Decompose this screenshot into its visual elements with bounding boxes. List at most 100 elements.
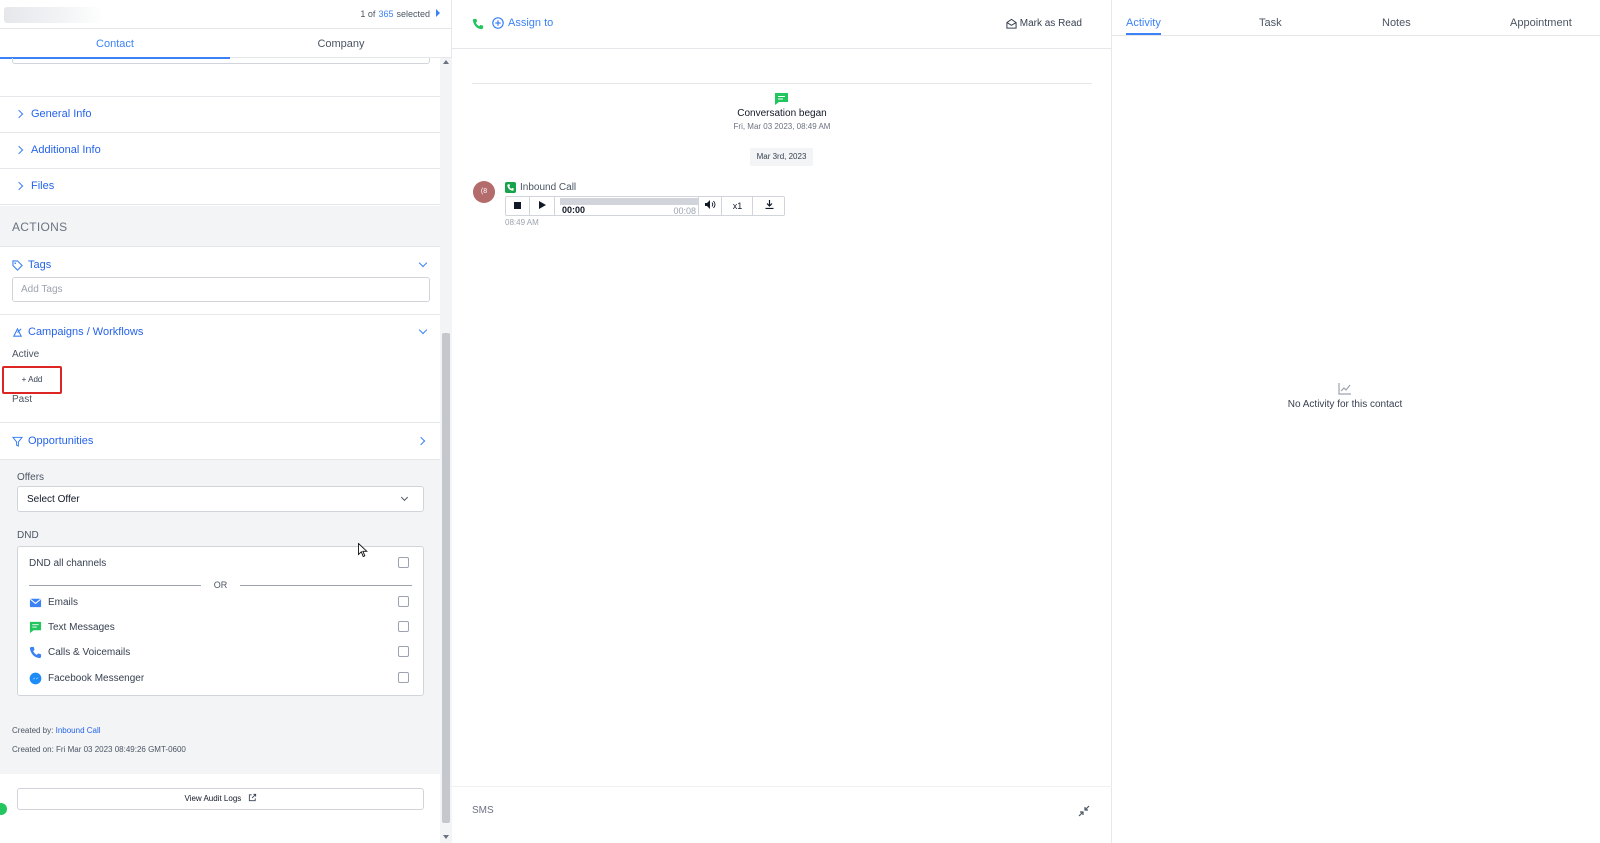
offer-select-value: Select Offer [27,494,80,505]
tab-task[interactable]: Task [1259,17,1282,29]
empty-activity-state: No Activity for this contact [1112,383,1578,410]
date-separator: Mar 3rd, 2023 [750,148,813,166]
add-campaign-button[interactable]: + Add [2,366,62,394]
inbound-call-label: Inbound Call [520,182,577,193]
sms-icon [29,621,42,633]
mark-as-read-button[interactable]: Mark as Read [1006,18,1082,29]
tab-appointment[interactable]: Appointment [1510,17,1572,29]
dnd-channel-label: Text Messages [48,621,115,633]
accordion-label: Additional Info [31,144,101,156]
chevron-right-icon [14,181,24,191]
dnd-channel-label: Calls & Voicemails [48,646,131,658]
dnd-all-label: DND all channels [29,557,107,569]
scroll-down-icon[interactable] [443,835,449,839]
external-link-icon [248,793,256,802]
campaigns-header[interactable]: Campaigns / Workflows [12,326,143,338]
active-label: Active [12,349,40,360]
dnd-messenger-checkbox[interactable] [398,672,409,683]
envelope-open-icon [1006,18,1017,29]
funnel-icon [12,436,23,447]
opportunities-section[interactable]: Opportunities [0,422,440,460]
dnd-calls-checkbox[interactable] [398,646,409,657]
opportunities-label: Opportunities [28,435,94,447]
mark-read-label: Mark as Read [1019,18,1082,29]
scroll-up-icon[interactable] [443,60,449,64]
activity-panel: Activity Task Notes Appointment No Activ… [1112,0,1600,843]
contact-topbar: 1 of 365 selected [0,0,452,28]
dnd-label: DND [17,530,39,541]
chat-bubble-icon [775,93,788,105]
offer-select[interactable]: Select Offer [17,486,424,512]
dnd-sms-checkbox[interactable] [398,621,409,632]
created-on: Created on: Fri Mar 03 2023 08:49:26 GMT… [12,745,186,754]
chevron-right-icon[interactable] [416,436,426,446]
offers-label: Offers [17,472,45,483]
volume-icon [704,200,715,209]
contact-scroll-area: General Info Additional Info Files ACTIO… [0,58,440,843]
assign-to-button[interactable]: Assign to [492,17,553,29]
play-button[interactable] [531,197,555,215]
scroll-thumb[interactable] [442,333,450,823]
stop-button[interactable] [506,197,530,215]
mouse-cursor-icon [358,543,368,558]
avatar[interactable]: (8 [473,181,495,203]
dnd-channel-label: Facebook Messenger [48,672,145,684]
selection-suffix: selected [396,9,430,19]
dnd-box: DND all channels OR Emails Text Messages [17,546,424,696]
past-label: Past [12,394,33,405]
tab-notes[interactable]: Notes [1382,17,1411,29]
call-icon[interactable] [472,18,484,30]
messenger-icon [29,672,42,684]
tag-icon [12,259,23,271]
empty-activity-text: No Activity for this contact [1287,399,1403,410]
audio-progress[interactable]: 00:00 00:08 [560,197,698,216]
add-tags-input[interactable] [12,277,430,302]
selection-prefix: 1 of [360,9,376,19]
tags-header[interactable]: Tags [12,259,51,271]
next-contact-icon[interactable] [436,9,440,17]
accordion-label: General Info [31,108,92,120]
accordion-general-info[interactable]: General Info [0,96,440,133]
dnd-email-row: Emails [29,594,409,610]
conversation-began-title: Conversation began [737,108,827,119]
chevron-down-icon [400,493,409,502]
contact-tabs: Contact Company [0,28,452,59]
view-audit-logs-button[interactable]: View Audit Logs [17,788,424,810]
selection-count[interactable]: 365 [378,9,393,19]
audio-progress-bar[interactable] [560,198,698,205]
opportunities-header[interactable]: Opportunities [12,435,93,447]
tab-contact[interactable]: Contact [0,29,230,59]
selection-counter: 1 of 365 selected [360,9,430,19]
tab-company[interactable]: Company [226,29,456,59]
contact-name-blurred [4,7,104,23]
dnd-all-row: DND all channels [29,555,409,571]
accordion-files[interactable]: Files [0,168,440,205]
dnd-sms-row: Text Messages [29,619,409,635]
conversation-header: Assign to Mark as Read [452,0,1112,49]
volume-button[interactable] [698,197,722,215]
or-text: OR [213,580,228,590]
dnd-calls-row: Calls & Voicemails [29,644,409,660]
created-by-link[interactable]: Inbound Call [56,726,101,735]
chevron-down-icon[interactable] [418,325,428,335]
accordion-label: Files [31,180,55,192]
chevron-right-icon [14,145,24,155]
contact-scrollbar[interactable] [440,58,452,843]
tags-label: Tags [28,259,52,271]
audio-current-time: 00:00 [562,205,586,215]
download-button[interactable] [754,197,784,215]
channel-label[interactable]: SMS [472,805,494,816]
tags-section: Tags [0,246,440,314]
chevron-down-icon[interactable] [418,258,428,268]
chart-line-icon [1338,383,1351,395]
inbound-call-header: Inbound Call [505,182,576,193]
message-composer[interactable]: SMS [452,786,1112,843]
dnd-email-checkbox[interactable] [398,596,409,607]
accordion-additional-info[interactable]: Additional Info [0,132,440,169]
tab-activity[interactable]: Activity [1126,17,1161,35]
conversation-panel: Assign to Mark as Read Conversation bega… [452,0,1112,843]
dnd-all-checkbox[interactable] [398,557,409,568]
speed-button[interactable]: x1 [723,197,753,215]
collapse-icon[interactable] [1078,805,1090,817]
audio-player: 00:00 00:08 x1 [505,196,785,216]
